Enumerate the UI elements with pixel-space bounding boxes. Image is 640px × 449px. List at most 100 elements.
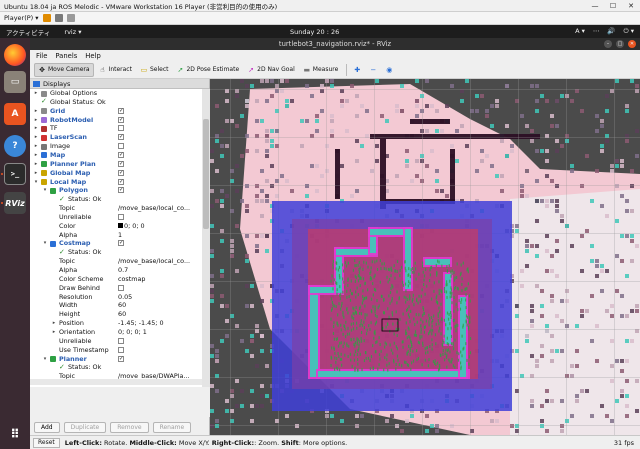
reset-button[interactable]: Reset [33,437,60,448]
files-icon[interactable]: ▭ [4,71,26,93]
activities-button[interactable]: アクティビティ [6,27,50,37]
tree-row[interactable]: ▸ Position -1.45; -1.45; 0 [30,319,202,328]
tree-horizontal-scrollbar[interactable] [30,379,202,385]
close-button[interactable]: ✕ [622,0,640,12]
enable-checkbox[interactable]: ✓ [118,160,124,167]
tree-row-value[interactable]: 0.05 [118,293,202,301]
enable-checkbox[interactable]: ✓ [118,178,124,185]
scrollbar-thumb[interactable] [203,119,209,229]
expand-arrow-icon[interactable]: ▸ [33,161,39,167]
send-keys-icon[interactable] [54,14,63,22]
tree-row-value[interactable]: 1 [118,231,202,239]
rviz-icon[interactable]: RViz [4,192,26,214]
input-method-indicator[interactable]: A ▾ [575,27,585,36]
nav-goal-tool[interactable]: ➚ 2D Nav Goal [244,63,298,77]
help-icon[interactable]: ? [4,135,26,157]
tree-row[interactable]: ▸ Global Map ✓ [30,169,202,178]
enable-checkbox[interactable] [118,143,124,150]
expand-arrow-icon[interactable]: ▸ [51,329,57,335]
menu-file[interactable]: File [36,52,47,60]
add-button[interactable]: Add [34,421,60,433]
tree-row[interactable]: ▾ Planner ✓ [30,355,202,364]
expand-arrow-icon[interactable]: ▸ [33,125,39,131]
tree-row-value[interactable]: costmap [118,275,202,283]
tree-row[interactable]: ▸ Planner Plan ✓ [30,160,202,169]
expand-arrow-icon[interactable]: ▸ [51,320,57,326]
collapse-arrow-icon[interactable]: ▾ [42,240,48,246]
enable-checkbox[interactable]: ✓ [118,240,124,247]
tree-row-value[interactable]: 60 [118,301,202,309]
enable-checkbox[interactable]: ✓ [118,116,124,123]
terminal-icon[interactable]: >_ [4,163,26,185]
tree-row[interactable]: Unreliable [30,337,202,346]
maximize-icon[interactable]: □ [616,40,624,48]
software-icon[interactable]: A [4,103,26,125]
enable-checkbox[interactable]: ✓ [118,151,124,158]
tree-row[interactable]: Height 60 [30,310,202,319]
tree-row[interactable]: ▸ TF [30,124,202,133]
clock[interactable]: Sunday 20 : 26 [290,28,339,36]
tree-row[interactable]: ▾ Costmap ✓ [30,239,202,248]
expand-arrow-icon[interactable]: ▸ [33,90,39,96]
display-tree[interactable]: ▸ Global Options ✓ Global Status: Ok ▸ Grid ✓ ▸… [30,89,202,387]
tree-row[interactable]: ▸ Orientation 0; 0; 0; 1 [30,328,202,337]
tree-row[interactable]: Resolution 0.05 [30,293,202,302]
collapse-arrow-icon[interactable]: ▾ [42,187,48,193]
tree-row-value[interactable]: /move_base/local_co... [118,204,202,212]
tree-row[interactable]: Width 60 [30,301,202,310]
tree-row[interactable]: Alpha 0.7 [30,266,202,275]
tree-row[interactable]: ▸ Map ✓ [30,151,202,160]
tree-row[interactable]: ▾ Polygon ✓ [30,186,202,195]
volume-icon[interactable]: 🔊 [607,27,615,36]
enable-checkbox[interactable] [118,346,124,353]
enable-checkbox[interactable]: ✓ [118,169,124,176]
add-tool-button[interactable]: ✚ [350,63,364,77]
move-camera-tool[interactable]: ✥ Move Camera [34,62,94,77]
enable-checkbox[interactable]: ✓ [118,355,124,362]
enable-checkbox[interactable] [118,125,124,132]
rename-button[interactable]: Rename [152,421,192,433]
collapse-arrow-icon[interactable]: ▾ [33,179,39,185]
tree-row[interactable]: ✓ Status: Ok [30,248,202,257]
remove-tool-button[interactable]: − [366,63,380,77]
enable-checkbox[interactable] [118,284,124,291]
expand-arrow-icon[interactable]: ▸ [33,152,39,158]
tree-row[interactable]: Unreliable [30,213,202,222]
tree-row[interactable]: ▸ LaserScan ✓ [30,133,202,142]
tree-row[interactable]: Draw Behind [30,284,202,293]
pose-estimate-tool[interactable]: ➚ 2D Pose Estimate [173,63,242,77]
expand-arrow-icon[interactable]: ▸ [33,108,39,114]
tree-row[interactable]: ▸ Grid ✓ [30,107,202,116]
enable-checkbox[interactable]: ✓ [118,187,124,194]
tree-row[interactable]: Alpha 1 [30,231,202,240]
unity-icon[interactable] [66,14,75,22]
show-applications-icon[interactable]: ⠿ [4,423,26,445]
remove-button[interactable]: Remove [110,421,149,433]
tree-row-value[interactable]: 60 [118,310,202,318]
tree-row[interactable]: Color Scheme costmap [30,275,202,284]
render-view[interactable] [210,79,640,435]
minimize-icon[interactable]: – [604,40,612,48]
expand-arrow-icon[interactable]: ▸ [33,117,39,123]
tree-row-value[interactable]: /move_base/local_co... [118,257,202,265]
tree-row[interactable]: Color 0; 0; 0 [30,222,202,231]
tree-row[interactable]: ▸ Global Options [30,89,202,98]
app-menu[interactable]: rviz ▾ [64,28,81,36]
expand-arrow-icon[interactable]: ▸ [33,134,39,140]
enable-checkbox[interactable]: ✓ [118,134,124,141]
minimize-button[interactable]: — [586,0,604,12]
duplicate-button[interactable]: Duplicate [63,421,107,433]
camera-type-button[interactable]: ◉ [382,63,396,77]
expand-arrow-icon[interactable]: ▸ [33,170,39,176]
firefox-icon[interactable] [4,44,26,66]
collapse-arrow-icon[interactable]: ▾ [42,356,48,362]
select-tool[interactable]: ▭ Select [137,63,172,77]
enable-checkbox[interactable]: ✓ [118,107,124,114]
measure-tool[interactable]: ▬ Measure [300,63,342,77]
tree-row-value[interactable]: 0.7 [118,266,202,274]
tree-row[interactable]: Topic/move_base/local_co... [30,257,202,266]
menu-panels[interactable]: Panels [55,52,77,60]
interact-tool[interactable]: ☝ Interact [96,63,135,77]
tree-row[interactable]: ✓ Status: Ok [30,195,202,204]
tree-row-value[interactable]: 0; 0; 0 [118,222,202,230]
